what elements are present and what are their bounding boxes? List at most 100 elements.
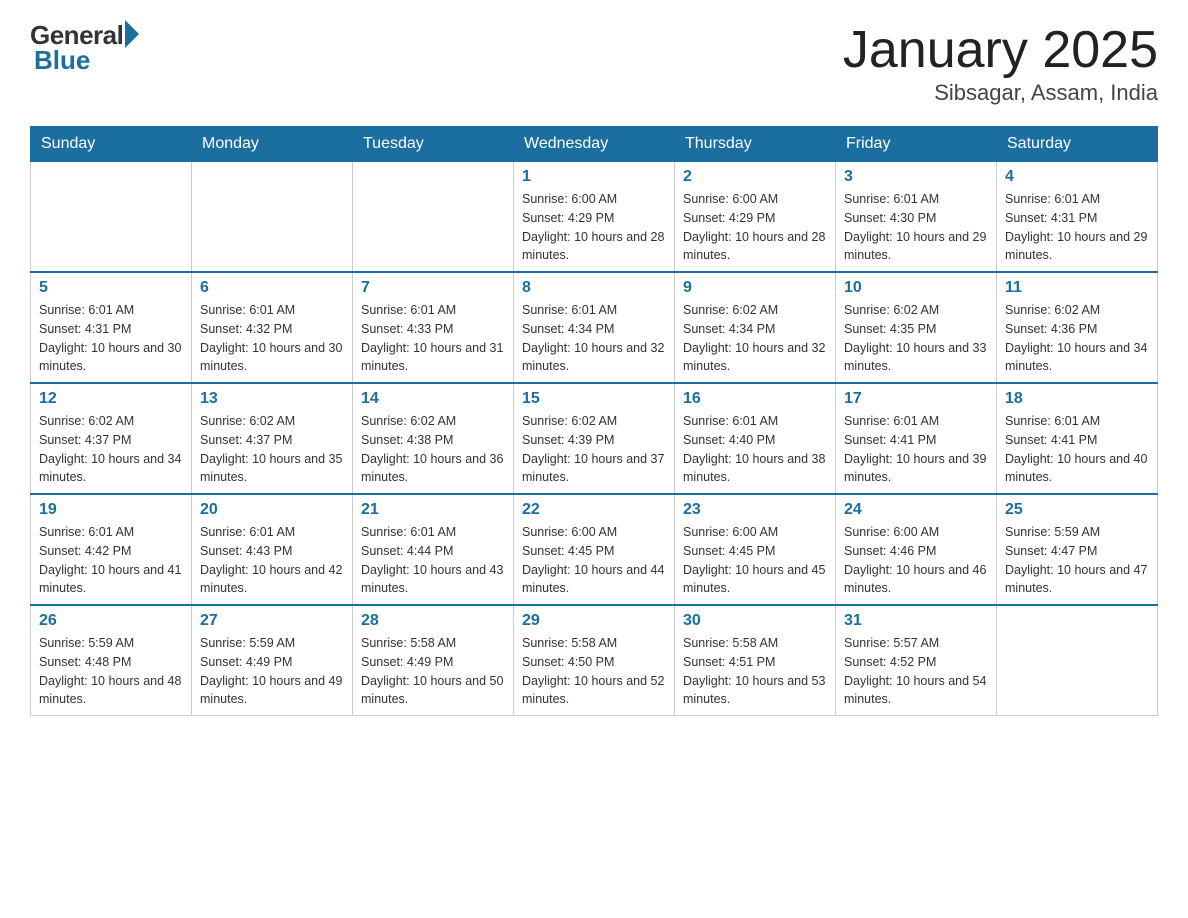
day-number: 4 (1005, 168, 1149, 186)
calendar-cell: 21 Sunrise: 6:01 AMSunset: 4:44 PMDayligh… (353, 494, 514, 605)
day-info: Sunrise: 6:00 AMSunset: 4:45 PMDaylight:… (683, 523, 827, 598)
calendar-cell: 4Sunrise: 6:01 AMSunset: 4:31 PMDaylight… (997, 162, 1158, 273)
location-text: Sibsagar, Assam, India (843, 80, 1158, 106)
day-info: Sunrise: 6:01 AMSunset: 4:41 PMDaylight:… (1005, 412, 1149, 487)
day-number: 15 (522, 390, 666, 408)
day-info: Sunrise: 6:01 AMSunset: 4:44 PMDaylight:… (361, 523, 505, 598)
day-number: 3 (844, 168, 988, 186)
calendar-cell: 2 Sunrise: 6:00 AMSunset: 4:29 PMDaylight… (675, 162, 836, 273)
day-info: Sunrise: 5:58 AMSunset: 4:51 PMDaylight:… (683, 634, 827, 709)
day-info: Sunrise: 6:00 AMSunset: 4:29 PMDaylight:… (522, 190, 666, 265)
logo: General Blue (30, 20, 139, 76)
calendar-week-row: 26 Sunrise: 5:59 AMSunset: 4:48 PMDayligh… (31, 605, 1158, 716)
calendar-cell: 5 Sunrise: 6:01 AMSunset: 4:31 PMDaylight… (31, 272, 192, 383)
day-info: Sunrise: 6:00 AMSunset: 4:46 PMDaylight:… (844, 523, 988, 598)
day-number: 14 (361, 390, 505, 408)
day-number: 18 (1005, 390, 1149, 408)
day-number: 9 (683, 279, 827, 297)
calendar-cell: 6 Sunrise: 6:01 AMSunset: 4:32 PMDaylight… (192, 272, 353, 383)
calendar-cell: 9 Sunrise: 6:02 AMSunset: 4:34 PMDaylight… (675, 272, 836, 383)
header-day-wednesday: Wednesday (514, 127, 675, 162)
day-info: Sunrise: 5:57 AMSunset: 4:52 PMDaylight:… (844, 634, 988, 709)
day-number: 27 (200, 612, 344, 630)
day-number: 6 (200, 279, 344, 297)
day-info: Sunrise: 6:01 AMSunset: 4:30 PMDaylight:… (844, 190, 988, 265)
day-info: Sunrise: 6:01 AMSunset: 4:33 PMDaylight:… (361, 301, 505, 376)
calendar-cell: 30 Sunrise: 5:58 AMSunset: 4:51 PMDayligh… (675, 605, 836, 716)
calendar-header-row: SundayMondayTuesdayWednesdayThursdayFrid… (31, 127, 1158, 162)
calendar-cell: 11 Sunrise: 6:02 AMSunset: 4:36 PMDayligh… (997, 272, 1158, 383)
day-number: 19 (39, 501, 183, 519)
day-info: Sunrise: 6:01 AMSunset: 4:31 PMDaylight:… (39, 301, 183, 376)
calendar-cell (997, 605, 1158, 716)
day-info: Sunrise: 6:00 AMSunset: 4:45 PMDaylight:… (522, 523, 666, 598)
day-info: Sunrise: 5:58 AMSunset: 4:49 PMDaylight:… (361, 634, 505, 709)
day-info: Sunrise: 6:02 AMSunset: 4:34 PMDaylight:… (683, 301, 827, 376)
title-block: January 2025 Sibsagar, Assam, India (843, 20, 1158, 106)
day-info: Sunrise: 6:02 AMSunset: 4:36 PMDaylight:… (1005, 301, 1149, 376)
calendar-cell: 12Sunrise: 6:02 AMSunset: 4:37 PMDayligh… (31, 383, 192, 494)
calendar-cell: 22 Sunrise: 6:00 AMSunset: 4:45 PMDayligh… (514, 494, 675, 605)
day-info: Sunrise: 6:01 AMSunset: 4:42 PMDaylight:… (39, 523, 183, 598)
header-day-sunday: Sunday (31, 127, 192, 162)
calendar-cell: 26 Sunrise: 5:59 AMSunset: 4:48 PMDayligh… (31, 605, 192, 716)
calendar-week-row: 19 Sunrise: 6:01 AMSunset: 4:42 PMDayligh… (31, 494, 1158, 605)
page-header: General Blue January 2025 Sibsagar, Assa… (30, 20, 1158, 106)
day-info: Sunrise: 6:02 AMSunset: 4:37 PMDaylight:… (39, 412, 183, 487)
day-number: 26 (39, 612, 183, 630)
calendar-cell: 7 Sunrise: 6:01 AMSunset: 4:33 PMDaylight… (353, 272, 514, 383)
calendar-cell: 18 Sunrise: 6:01 AMSunset: 4:41 PMDayligh… (997, 383, 1158, 494)
day-number: 25 (1005, 501, 1149, 519)
day-number: 2 (683, 168, 827, 186)
day-number: 16 (683, 390, 827, 408)
calendar-cell: 28Sunrise: 5:58 AMSunset: 4:49 PMDayligh… (353, 605, 514, 716)
calendar-week-row: 5 Sunrise: 6:01 AMSunset: 4:31 PMDaylight… (31, 272, 1158, 383)
day-number: 21 (361, 501, 505, 519)
day-number: 7 (361, 279, 505, 297)
calendar-cell (31, 162, 192, 273)
calendar-table: SundayMondayTuesdayWednesdayThursdayFrid… (30, 126, 1158, 716)
day-info: Sunrise: 6:01 AMSunset: 4:43 PMDaylight:… (200, 523, 344, 598)
calendar-cell: 3 Sunrise: 6:01 AMSunset: 4:30 PMDaylight… (836, 162, 997, 273)
day-number: 31 (844, 612, 988, 630)
day-number: 23 (683, 501, 827, 519)
calendar-cell: 16 Sunrise: 6:01 AMSunset: 4:40 PMDayligh… (675, 383, 836, 494)
day-info: Sunrise: 6:02 AMSunset: 4:35 PMDaylight:… (844, 301, 988, 376)
day-number: 22 (522, 501, 666, 519)
day-info: Sunrise: 6:01 AMSunset: 4:34 PMDaylight:… (522, 301, 666, 376)
calendar-cell: 25 Sunrise: 5:59 AMSunset: 4:47 PMDayligh… (997, 494, 1158, 605)
day-info: Sunrise: 5:59 AMSunset: 4:47 PMDaylight:… (1005, 523, 1149, 598)
day-number: 5 (39, 279, 183, 297)
day-number: 11 (1005, 279, 1149, 297)
calendar-cell: 19 Sunrise: 6:01 AMSunset: 4:42 PMDayligh… (31, 494, 192, 605)
day-info: Sunrise: 6:01 AMSunset: 4:40 PMDaylight:… (683, 412, 827, 487)
calendar-cell (353, 162, 514, 273)
day-number: 24 (844, 501, 988, 519)
header-day-friday: Friday (836, 127, 997, 162)
calendar-cell: 8 Sunrise: 6:01 AMSunset: 4:34 PMDaylight… (514, 272, 675, 383)
day-number: 8 (522, 279, 666, 297)
day-number: 1 (522, 168, 666, 186)
calendar-cell: 10 Sunrise: 6:02 AMSunset: 4:35 PMDayligh… (836, 272, 997, 383)
day-info: Sunrise: 6:01 AMSunset: 4:41 PMDaylight:… (844, 412, 988, 487)
day-info: Sunrise: 6:00 AMSunset: 4:29 PMDaylight:… (683, 190, 827, 265)
day-number: 10 (844, 279, 988, 297)
day-info: Sunrise: 6:02 AMSunset: 4:38 PMDaylight:… (361, 412, 505, 487)
day-number: 30 (683, 612, 827, 630)
calendar-week-row: 12Sunrise: 6:02 AMSunset: 4:37 PMDayligh… (31, 383, 1158, 494)
calendar-cell: 27Sunrise: 5:59 AMSunset: 4:49 PMDayligh… (192, 605, 353, 716)
header-day-thursday: Thursday (675, 127, 836, 162)
calendar-cell: 14 Sunrise: 6:02 AMSunset: 4:38 PMDayligh… (353, 383, 514, 494)
calendar-cell: 13Sunrise: 6:02 AMSunset: 4:37 PMDayligh… (192, 383, 353, 494)
day-info: Sunrise: 5:59 AMSunset: 4:48 PMDaylight:… (39, 634, 183, 709)
calendar-cell: 29Sunrise: 5:58 AMSunset: 4:50 PMDayligh… (514, 605, 675, 716)
calendar-cell: 15 Sunrise: 6:02 AMSunset: 4:39 PMDayligh… (514, 383, 675, 494)
day-info: Sunrise: 6:01 AMSunset: 4:32 PMDaylight:… (200, 301, 344, 376)
day-info: Sunrise: 6:02 AMSunset: 4:39 PMDaylight:… (522, 412, 666, 487)
calendar-cell: 31 Sunrise: 5:57 AMSunset: 4:52 PMDayligh… (836, 605, 997, 716)
calendar-cell: 24 Sunrise: 6:00 AMSunset: 4:46 PMDayligh… (836, 494, 997, 605)
calendar-cell: 1 Sunrise: 6:00 AMSunset: 4:29 PMDaylight… (514, 162, 675, 273)
day-info: Sunrise: 5:58 AMSunset: 4:50 PMDaylight:… (522, 634, 666, 709)
day-number: 17 (844, 390, 988, 408)
logo-triangle-icon (125, 20, 139, 48)
